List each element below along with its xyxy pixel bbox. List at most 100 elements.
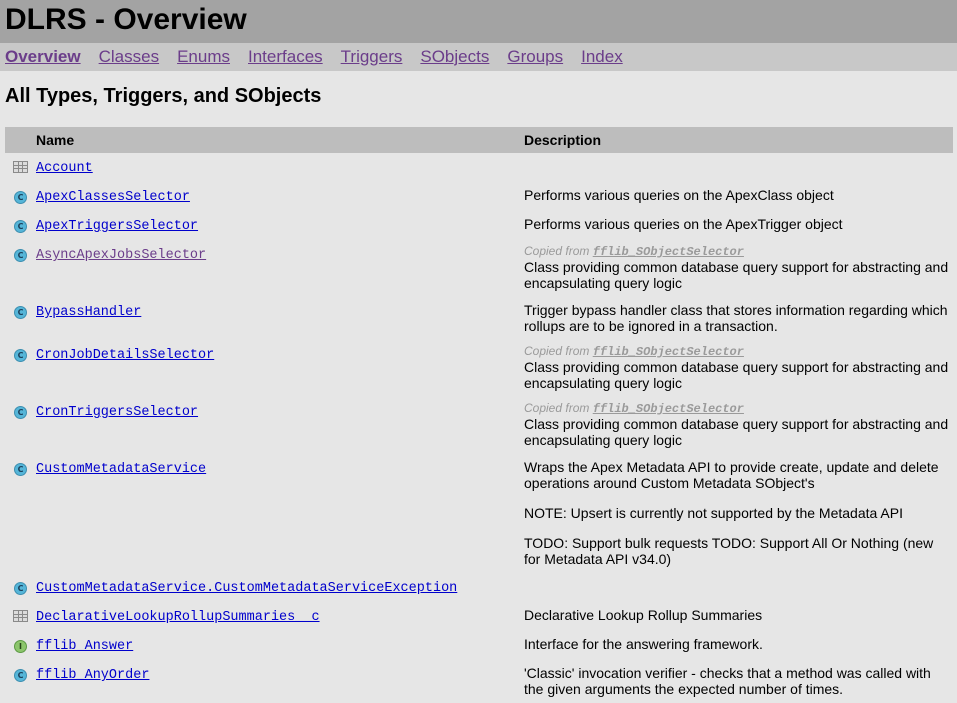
type-link[interactable]: AsyncApexJobsSelector: [36, 248, 206, 263]
class-icon: C: [14, 306, 27, 319]
description-text: Class providing common database query su…: [524, 416, 949, 448]
table-row: C CronTriggersSelector Copied from fflib_S…: [5, 397, 953, 454]
row-name-cell: Account: [36, 153, 524, 182]
interface-icon: I: [14, 640, 27, 653]
nav-overview[interactable]: Overview: [5, 47, 81, 67]
copied-from-link[interactable]: fflib_SObjectSelector: [593, 245, 744, 259]
description-text: Performs various queries on the ApexClas…: [524, 187, 834, 203]
top-nav: Overview Classes Enums Interfaces Trigge…: [0, 43, 957, 71]
class-icon: C: [14, 669, 27, 682]
row-name-cell: CronJobDetailsSelector: [36, 340, 524, 397]
types-table: Name Description Account C ApexClassesSele…: [5, 127, 953, 703]
nav-classes[interactable]: Classes: [99, 47, 159, 67]
title-bar: DLRS - Overview: [0, 0, 957, 43]
table-row: C CronJobDetailsSelector Copied from fflib…: [5, 340, 953, 397]
table-header-row: Name Description: [5, 127, 953, 153]
description-text: TODO: Support bulk requests TODO: Suppor…: [524, 535, 934, 567]
description-text: Performs various queries on the ApexTrig…: [524, 216, 843, 232]
nav-enums[interactable]: Enums: [177, 47, 230, 67]
table-row: C CustomMetadataService.CustomMetadataSer…: [5, 573, 953, 602]
class-icon: C: [14, 191, 27, 204]
class-icon: C: [14, 463, 27, 476]
row-description-cell: 'Classic' invocation verifier - checks t…: [524, 660, 953, 703]
table-body: Account C ApexClassesSelector Performs vari…: [5, 153, 953, 703]
copied-from-link[interactable]: fflib_SObjectSelector: [593, 345, 744, 359]
nav-index[interactable]: Index: [581, 47, 623, 67]
nav-triggers[interactable]: Triggers: [341, 47, 403, 67]
copied-from-note: Copied from fflib_SObjectSelector: [524, 345, 949, 359]
table-row: C AsyncApexJobsSelector Copied from fflib_…: [5, 240, 953, 297]
description-text: Wraps the Apex Metadata API to provide c…: [524, 459, 939, 491]
table-row: DeclarativeLookupRollupSummaries__c Decla…: [5, 602, 953, 631]
table-icon: [13, 161, 28, 173]
type-link[interactable]: ApexTriggersSelector: [36, 219, 198, 234]
row-name-cell: AsyncApexJobsSelector: [36, 240, 524, 297]
row-name-cell: CustomMetadataService: [36, 454, 524, 573]
type-link[interactable]: CustomMetadataService: [36, 462, 206, 477]
row-icon-cell: C: [5, 297, 36, 340]
row-icon-cell: [5, 153, 36, 182]
copied-from-link[interactable]: fflib_SObjectSelector: [593, 402, 744, 416]
description-column-header: Description: [524, 127, 953, 153]
nav-sobjects[interactable]: SObjects: [420, 47, 489, 67]
table-row: Account: [5, 153, 953, 182]
description-text: Class providing common database query su…: [524, 259, 949, 291]
nav-interfaces[interactable]: Interfaces: [248, 47, 323, 67]
row-description-cell: Copied from fflib_SObjectSelector Class p…: [524, 397, 953, 454]
row-icon-cell: [5, 602, 36, 631]
row-icon-cell: C: [5, 240, 36, 297]
row-description-cell: Performs various queries on the ApexTrig…: [524, 211, 953, 240]
table-icon: [13, 610, 28, 622]
description-text: NOTE: Upsert is currently not supported …: [524, 505, 903, 521]
description-text: Class providing common database query su…: [524, 359, 949, 391]
copied-from-label: Copied from: [524, 244, 590, 258]
type-link[interactable]: CronJobDetailsSelector: [36, 348, 214, 363]
row-icon-cell: I: [5, 631, 36, 660]
type-link[interactable]: fflib_AnyOrder: [36, 668, 149, 683]
row-description-cell: Copied from fflib_SObjectSelector Class p…: [524, 240, 953, 297]
row-icon-cell: C: [5, 573, 36, 602]
description-text: Interface for the answering framework.: [524, 636, 763, 652]
row-name-cell: ApexClassesSelector: [36, 182, 524, 211]
section-heading: All Types, Triggers, and SObjects: [5, 85, 322, 107]
type-link[interactable]: ApexClassesSelector: [36, 190, 190, 205]
row-icon-cell: C: [5, 454, 36, 573]
class-icon: C: [14, 582, 27, 595]
row-description-cell: [524, 153, 953, 182]
copied-from-note: Copied from fflib_SObjectSelector: [524, 245, 949, 259]
row-name-cell: ApexTriggersSelector: [36, 211, 524, 240]
row-description-cell: Wraps the Apex Metadata API to provide c…: [524, 454, 953, 573]
row-icon-cell: C: [5, 660, 36, 703]
name-column-header: Name: [36, 127, 524, 153]
table-row: C BypassHandler Trigger bypass handler cla…: [5, 297, 953, 340]
nav-groups[interactable]: Groups: [507, 47, 563, 67]
row-name-cell: BypassHandler: [36, 297, 524, 340]
type-link[interactable]: CronTriggersSelector: [36, 405, 198, 420]
type-link[interactable]: fflib_Answer: [36, 639, 133, 654]
row-description-cell: Copied from fflib_SObjectSelector Class p…: [524, 340, 953, 397]
class-icon: C: [14, 406, 27, 419]
row-description-cell: Performs various queries on the ApexClas…: [524, 182, 953, 211]
row-icon-cell: C: [5, 211, 36, 240]
type-link[interactable]: DeclarativeLookupRollupSummaries__c: [36, 610, 320, 625]
table-row: C ApexTriggersSelector Performs various qu…: [5, 211, 953, 240]
page-title: DLRS - Overview: [5, 3, 247, 36]
row-name-cell: DeclarativeLookupRollupSummaries__c: [36, 602, 524, 631]
table-row: Ifflib_Answer Interface for the answering…: [5, 631, 953, 660]
row-description-cell: [524, 573, 953, 602]
class-icon: C: [14, 249, 27, 262]
row-icon-cell: C: [5, 182, 36, 211]
row-icon-cell: C: [5, 397, 36, 454]
row-description-cell: Trigger bypass handler class that stores…: [524, 297, 953, 340]
row-description-cell: Interface for the answering framework.: [524, 631, 953, 660]
class-icon: C: [14, 349, 27, 362]
table-row: Cfflib_AnyOrder 'Classic' invocation veri…: [5, 660, 953, 703]
type-link[interactable]: CustomMetadataService.CustomMetadataServ…: [36, 581, 457, 596]
description-text: 'Classic' invocation verifier - checks t…: [524, 665, 931, 697]
copied-from-note: Copied from fflib_SObjectSelector: [524, 402, 949, 416]
row-name-cell: fflib_AnyOrder: [36, 660, 524, 703]
table-row: C CustomMetadataService Wraps the Apex Met…: [5, 454, 953, 573]
type-link[interactable]: Account: [36, 161, 93, 176]
type-link[interactable]: BypassHandler: [36, 305, 141, 320]
copied-from-label: Copied from: [524, 344, 590, 358]
